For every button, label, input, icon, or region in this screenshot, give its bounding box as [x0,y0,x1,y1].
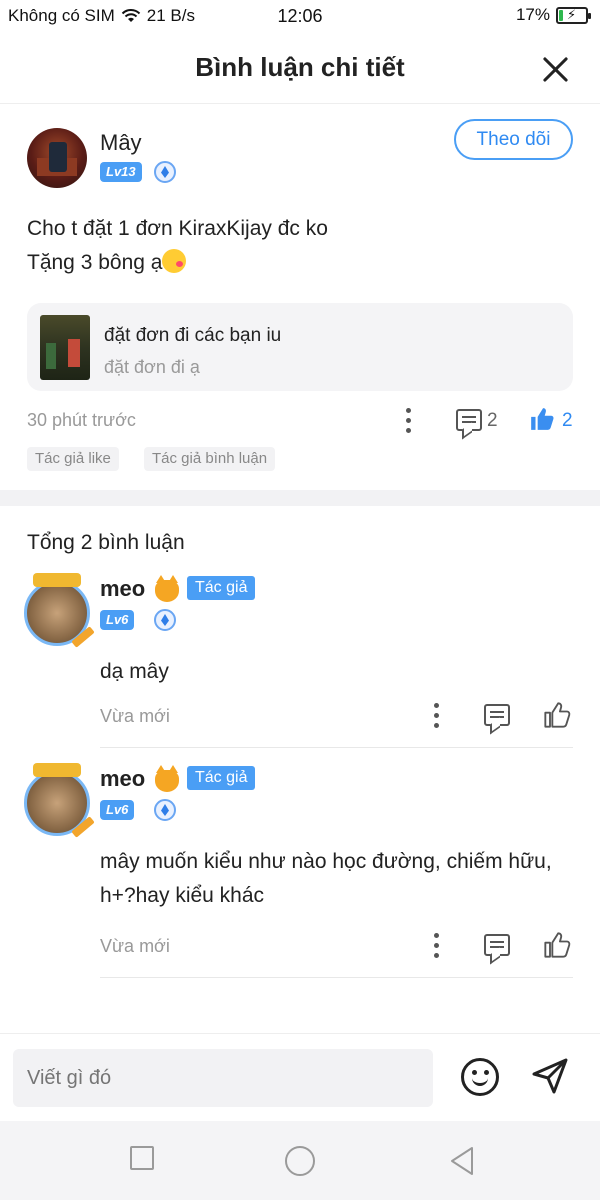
gem-icon [154,609,176,631]
timestamp: 30 phút trước [27,410,136,430]
list-item: meo Tác giả Lv6 dạ mây Vừa mới [0,570,600,750]
like-icon[interactable] [543,701,571,729]
divider [100,977,573,978]
comment-line-1: Cho t đặt 1 đơn KiraxKijay đc ko [27,217,328,240]
level-badge: Lv13 [100,162,142,182]
like-icon[interactable] [543,931,571,959]
clock: 12:06 [277,6,323,26]
status-right: 17% ⚡ [515,5,591,25]
battery-percent: 17% [515,5,550,24]
close-icon[interactable] [540,54,570,84]
level-badge: Lv6 [100,800,135,820]
username[interactable]: meo [100,766,145,792]
reply-count: 2 [487,410,498,431]
author-badge: Tác giả [187,576,256,600]
author-badge: Tác giả [187,766,256,790]
level-badge: Lv6 [100,610,135,630]
gem-icon [154,161,176,183]
more-options-icon[interactable] [433,703,439,729]
avatar[interactable] [24,763,95,838]
quoted-post-subtitle: đặt đơn đi ạ [104,357,200,377]
tag-author-like: Tác giả like [27,447,119,471]
list-item: meo Tác giả Lv6 mây muốn kiểu như nào họ… [0,760,600,980]
comment-total: Tổng 2 bình luận [27,531,185,554]
more-options-icon[interactable] [405,408,411,434]
home-button[interactable] [285,1146,315,1176]
emoji-icon[interactable] [461,1058,499,1096]
page-header: Bình luận chi tiết [0,34,600,104]
reply-icon[interactable] [484,704,510,726]
gem-icon [154,799,176,821]
comment-text: mây muốn kiểu như nào học đường, chiếm h… [100,850,552,907]
avatar[interactable] [24,573,95,648]
status-bar: Không có SIM 21 B/s 12:06 17% ⚡ [0,0,600,34]
post-thumbnail [40,315,90,380]
cat-emoji-icon [155,765,179,792]
follow-button[interactable]: Theo dõi [454,119,573,160]
comment-text: dạ mây [100,660,169,683]
back-button[interactable] [448,1146,476,1176]
timestamp: Vừa mới [100,706,170,726]
timestamp: Vừa mới [100,936,170,956]
avatar[interactable] [27,128,87,188]
comment-line-2-text: Tặng 3 bông ạ [27,251,163,274]
more-options-icon[interactable] [433,933,439,959]
comment-text: Cho t đặt 1 đơn KiraxKijay đc ko Tặng 3 … [27,212,328,280]
quoted-post-title: đặt đơn đi các bạn iu [104,325,282,346]
recent-apps-button[interactable] [130,1146,154,1170]
quoted-post-card[interactable]: đặt đơn đi các bạn iu đặt đơn đi ạ [27,303,573,391]
tag-author-comment: Tác giả bình luận [144,447,276,471]
kiss-emoji-icon [162,249,187,273]
like-count: 2 [562,410,573,431]
comment-line-2: Tặng 3 bông ạ [27,246,328,280]
username[interactable]: meo [100,576,145,602]
system-nav-bar [0,1121,600,1200]
comment-input[interactable] [13,1049,433,1107]
divider [100,747,573,748]
reply-icon[interactable] [484,934,510,956]
send-icon[interactable] [530,1056,570,1096]
page-title: Bình luận chi tiết [195,52,405,82]
reply-icon[interactable] [456,409,482,431]
comment-input-bar [0,1033,600,1121]
cat-emoji-icon [155,575,179,602]
main-comment: Mây Lv13 Theo dõi Cho t đặt 1 đơn KiraxK… [0,104,600,490]
section-divider [0,490,600,506]
like-filled-icon[interactable] [529,406,555,432]
battery-icon: ⚡ [556,6,591,24]
username[interactable]: Mây [100,130,142,156]
